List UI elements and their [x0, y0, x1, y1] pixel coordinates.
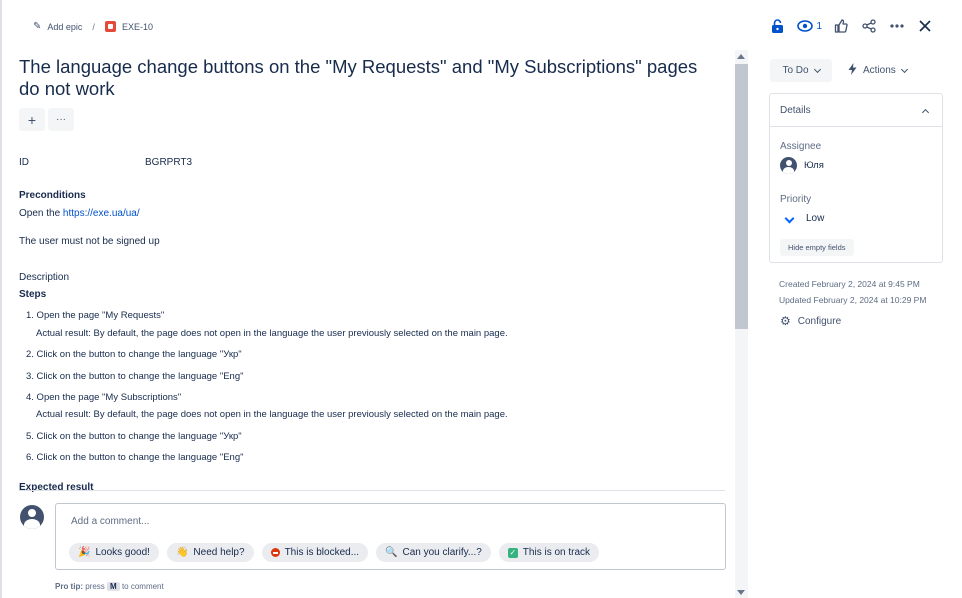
- chip-clarify[interactable]: 🔍 Can you clarify...?: [376, 543, 491, 562]
- priority-value[interactable]: Low: [806, 213, 824, 224]
- issue-toolbar: 1: [768, 17, 934, 35]
- gear-icon: ⚙: [780, 314, 791, 328]
- avatar: [20, 505, 44, 529]
- scroll-thumb[interactable]: [735, 64, 748, 329]
- chevron-up-icon[interactable]: [921, 108, 930, 117]
- breadcrumb-separator: /: [92, 21, 95, 32]
- more-icon[interactable]: [888, 17, 906, 35]
- window-edge: [0, 0, 2, 598]
- main-scrollbar[interactable]: [735, 50, 748, 598]
- details-header[interactable]: Details: [770, 94, 942, 127]
- chip-label: This is on track: [522, 547, 591, 558]
- lock-icon[interactable]: [768, 17, 786, 35]
- assignee-avatar: [780, 157, 797, 174]
- list-item: 2. Click on the button to change the lan…: [26, 349, 242, 360]
- thumbs-up-icon[interactable]: [832, 17, 850, 35]
- details-title: Details: [780, 105, 811, 116]
- pencil-icon: ✎: [33, 21, 42, 32]
- actions-button[interactable]: Actions: [842, 59, 913, 82]
- more-actions-button[interactable]: ···: [48, 108, 74, 131]
- preconditions-label: Preconditions: [19, 190, 86, 201]
- list-item: 5. Click on the button to change the lan…: [26, 431, 242, 442]
- precondition-signup: The user must not be signed up: [19, 236, 160, 247]
- precondition-link[interactable]: https://exe.ua/ua/: [63, 208, 140, 219]
- status-dropdown[interactable]: To Do: [770, 59, 832, 82]
- chip-label: This is blocked...: [284, 547, 360, 558]
- pro-tip: Pro tip: press M to comment: [55, 582, 164, 591]
- list-item: 4. Open the page "My Subscriptions": [26, 392, 182, 403]
- pro-tip-label: Pro tip:: [55, 582, 83, 591]
- issue-key-link[interactable]: EXE-10: [122, 22, 153, 32]
- id-label: ID: [19, 157, 29, 168]
- chip-label: Need help?: [193, 547, 245, 558]
- chip-need-help[interactable]: 👋 Need help?: [166, 543, 254, 562]
- add-epic-link[interactable]: Add epic: [47, 22, 82, 32]
- precondition-open: Open the https://exe.ua/ua/: [19, 208, 140, 219]
- issue-title[interactable]: The language change buttons on the "My R…: [19, 56, 719, 100]
- eye-icon[interactable]: [796, 17, 814, 35]
- comment-box[interactable]: Add a comment... 🎉 Looks good! 👋 Need help…: [55, 503, 726, 570]
- description-label: Description: [19, 272, 70, 283]
- assignee-value[interactable]: Юля: [804, 160, 824, 171]
- configure-label: Configure: [797, 315, 842, 327]
- pro-tip-suffix: to comment: [121, 582, 164, 591]
- chevron-down-icon: [813, 65, 821, 73]
- chip-blocked[interactable]: This is blocked...: [261, 543, 369, 562]
- blocked-icon: [270, 548, 280, 557]
- close-icon[interactable]: [916, 17, 934, 35]
- watch-count: 1: [816, 20, 822, 32]
- priority-label: Priority: [780, 194, 812, 205]
- configure-button[interactable]: ⚙ Configure: [780, 314, 841, 328]
- list-item: 6. Click on the button to change the lan…: [26, 452, 244, 463]
- list-item: Actual result: By default, the page does…: [36, 409, 508, 420]
- status-label: To Do: [782, 65, 809, 76]
- scroll-up-arrow[interactable]: [737, 54, 745, 59]
- steps-label: Steps: [19, 289, 47, 300]
- breadcrumb: ✎ Add epic / EXE-10: [33, 21, 153, 32]
- pro-tip-press: press: [85, 582, 105, 591]
- precondition-open-text: Open the: [19, 208, 63, 219]
- expected-result-label: Expected result: [19, 482, 94, 493]
- chip-label: Looks good!: [95, 547, 150, 558]
- created-timestamp: Created February 2, 2024 at 9:45 PM: [779, 279, 920, 289]
- chip-on-track[interactable]: ✓ This is on track: [498, 543, 600, 562]
- scroll-down-arrow[interactable]: [737, 590, 745, 595]
- list-item: 1. Open the page "My Requests": [26, 310, 165, 321]
- id-value: BGRPRT3: [145, 157, 193, 168]
- party-icon: 🎉: [78, 547, 91, 558]
- comment-input[interactable]: Add a comment...: [71, 516, 149, 527]
- add-button[interactable]: +: [19, 108, 45, 131]
- magnifier-icon: 🔍: [385, 547, 398, 558]
- share-icon[interactable]: [860, 17, 878, 35]
- bug-issue-type-icon: [104, 21, 116, 32]
- actions-label: Actions: [863, 65, 896, 76]
- list-item: 3. Click on the button to change the lan…: [26, 371, 244, 382]
- chevron-down-icon: [900, 65, 908, 73]
- lightning-icon: [848, 63, 857, 78]
- low-priority-icon: [784, 213, 795, 224]
- quick-reply-chips: 🎉 Looks good! 👋 Need help? This is blocked…: [69, 543, 600, 562]
- chip-label: Can you clarify...?: [402, 547, 482, 558]
- details-panel: Details Assignee Юля Priority Low Hide e…: [769, 93, 943, 263]
- updated-timestamp: Updated February 2, 2024 at 10:29 PM: [779, 295, 927, 305]
- divider: [19, 490, 725, 491]
- chip-looks-good[interactable]: 🎉 Looks good!: [69, 543, 159, 562]
- shortcut-key: M: [107, 582, 120, 591]
- check-icon: ✓: [507, 547, 518, 558]
- wave-icon: 👋: [175, 547, 189, 558]
- hide-empty-fields-button[interactable]: Hide empty fields: [780, 239, 854, 256]
- assignee-label: Assignee: [780, 141, 822, 152]
- list-item: Actual result: By default, the page does…: [36, 328, 508, 339]
